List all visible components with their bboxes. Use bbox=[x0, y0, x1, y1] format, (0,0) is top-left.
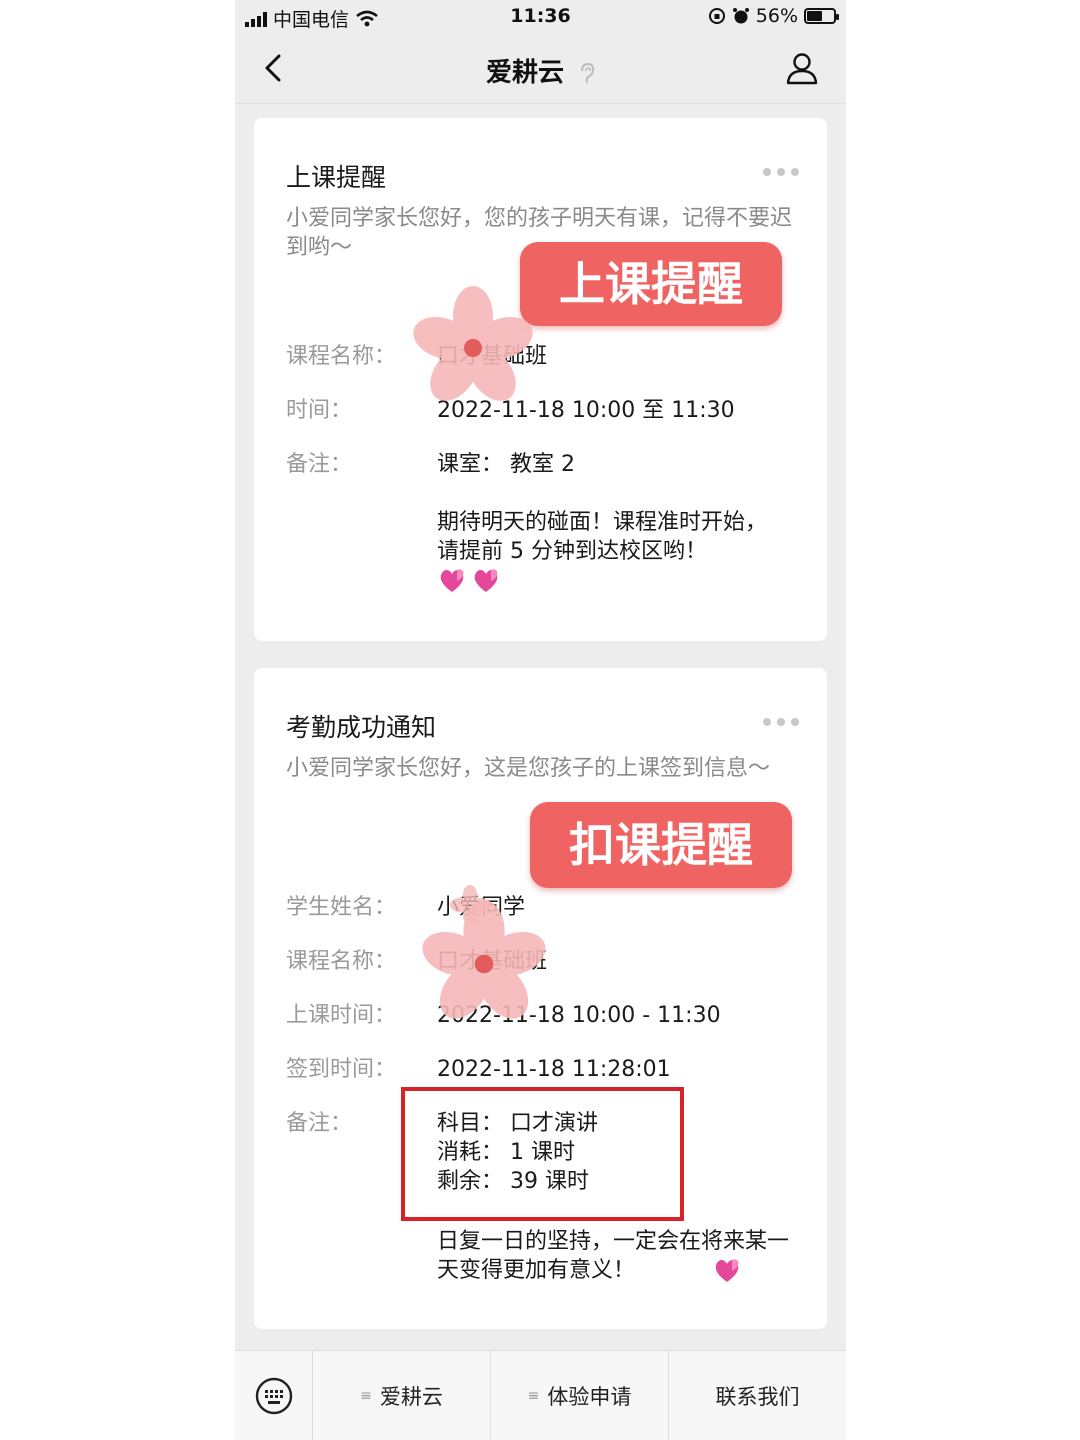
page-title: 爱耕云 bbox=[235, 52, 846, 89]
heart-icon bbox=[715, 1259, 739, 1282]
alarm-icon bbox=[732, 8, 749, 24]
rotation-lock-icon bbox=[708, 8, 725, 24]
attendance-card: 考勤成功通知 小爱同学家长您好，这是您孩子的上课签到信息～ 扣课提醒 学生姓名：… bbox=[254, 668, 827, 1329]
status-bar: 中国电信 11:36 56% bbox=[235, 0, 846, 34]
menu-list-icon: ≡ bbox=[527, 1387, 540, 1404]
heart-icon bbox=[474, 569, 498, 592]
bottom-menu: ≡ 爱耕云 ≡ 体验申请 联系我们 bbox=[235, 1350, 846, 1440]
class-time-label: 上课时间： bbox=[286, 1003, 397, 1028]
remark-room: 课室： 教室 2 bbox=[437, 452, 575, 477]
time-label: 时间： bbox=[286, 398, 353, 423]
course-label: 课程名称： bbox=[286, 949, 397, 974]
card-title: 考勤成功通知 bbox=[286, 713, 437, 742]
menu-item-contact[interactable]: 联系我们 bbox=[669, 1351, 846, 1440]
highlight-box bbox=[401, 1087, 684, 1221]
battery-percent: 56% bbox=[755, 5, 798, 27]
student-label: 学生姓名： bbox=[286, 895, 397, 920]
user-icon[interactable] bbox=[784, 50, 820, 86]
checkin-label: 签到时间： bbox=[286, 1057, 397, 1082]
menu-list-icon: ≡ bbox=[360, 1387, 372, 1404]
checkin-value: 2022-11-18 11:28:01 bbox=[437, 1057, 671, 1082]
remark-message: 日复一日的坚持，一定会在将来某一天变得更加有意义！ bbox=[437, 1229, 790, 1283]
phone-screen: 中国电信 11:36 56% 爱耕云 上课提醒 小爱同学家长您好，您的孩子明天有… bbox=[235, 0, 846, 1440]
remark-label: 备注： bbox=[286, 452, 353, 477]
hearts-emoji bbox=[437, 566, 501, 594]
page-title-text: 爱耕云 bbox=[485, 58, 564, 88]
more-icon[interactable] bbox=[763, 168, 799, 176]
menu-item-aigengyun[interactable]: ≡ 爱耕云 bbox=[313, 1351, 491, 1440]
card-intro: 小爱同学家长您好，这是您孩子的上课签到信息～ bbox=[286, 756, 771, 781]
keyboard-toggle[interactable] bbox=[235, 1351, 313, 1440]
battery-fill bbox=[807, 11, 822, 21]
listen-icon bbox=[581, 62, 595, 83]
remark-message: 期待明天的碰面！课程准时开始，请提前 5 分钟到达校区哟！ bbox=[437, 510, 768, 564]
more-icon[interactable] bbox=[763, 718, 799, 726]
student-value: 小爱同学 bbox=[437, 895, 526, 920]
stamp-label: 扣课提醒 bbox=[530, 802, 792, 888]
status-right: 56% bbox=[708, 5, 839, 27]
menu-item-label: 爱耕云 bbox=[379, 1384, 443, 1409]
menu-item-trial[interactable]: ≡ 体验申请 bbox=[491, 1351, 669, 1440]
course-value: 口才基础班 bbox=[437, 344, 548, 369]
course-label: 课程名称： bbox=[286, 344, 397, 369]
battery-icon bbox=[804, 8, 839, 24]
remark-label: 备注： bbox=[286, 1111, 353, 1136]
menu-item-label: 联系我们 bbox=[715, 1384, 800, 1409]
card-title: 上课提醒 bbox=[286, 163, 387, 192]
class-reminder-card: 上课提醒 小爱同学家长您好，您的孩子明天有课，记得不要迟到哟～ 上课提醒 课程名… bbox=[254, 118, 827, 641]
class-time-value: 2022-11-18 10:00 - 11:30 bbox=[437, 1003, 721, 1028]
stamp-label: 上课提醒 bbox=[520, 242, 782, 326]
nav-bar: 爱耕云 bbox=[235, 34, 846, 104]
course-value: 口才基础班 bbox=[437, 949, 548, 974]
menu-item-label: 体验申请 bbox=[547, 1384, 632, 1409]
time-value: 2022-11-18 10:00 至 11:30 bbox=[437, 398, 735, 423]
keyboard-icon bbox=[255, 1377, 292, 1415]
heart-icon bbox=[440, 569, 464, 592]
